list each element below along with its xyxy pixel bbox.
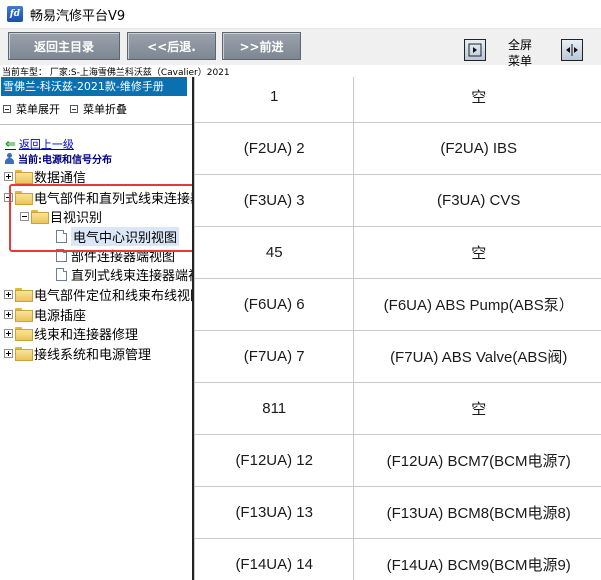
toolbar: 返回主目录 <<后退. >>前进 全屏 菜单 (0, 29, 601, 68)
menu-expand-control[interactable]: 菜单展开 (3, 101, 60, 117)
fuse-table: 1 空 (F2UA) 2 (F2UA) IBS (F3UA) 3 (F3UA) … (194, 77, 601, 580)
table-row: (F7UA) 7 (F7UA) ABS Valve(ABS阀) (194, 330, 601, 383)
table-row: (F13UA) 13 (F13UA) BCM8(BCM电源8) (194, 486, 601, 539)
fuse-id-cell: (F3UA) 3 (194, 174, 355, 227)
table-row: (F12UA) 12 (F12UA) BCM7(BCM电源7) (194, 434, 601, 487)
expand-icon[interactable] (4, 328, 13, 338)
expand-icon[interactable] (4, 289, 13, 299)
table-row: (F2UA) 2 (F2UA) IBS (194, 122, 601, 175)
expand-all-icon (3, 105, 11, 113)
folder-icon (15, 327, 33, 341)
collapse-panel-button[interactable] (464, 39, 486, 61)
expand-panels-button[interactable] (561, 39, 583, 61)
fuse-id-cell: (F13UA) 13 (194, 486, 355, 539)
table-row: 811 空 (194, 382, 601, 435)
folder-icon (15, 288, 33, 302)
fuse-id-cell: (F7UA) 7 (194, 330, 355, 383)
document-icon (56, 267, 67, 281)
tree-node-wiring-power-management[interactable]: 接线系统和电源管理 (4, 344, 152, 363)
tree-node-power-outlets[interactable]: 电源插座 (4, 305, 87, 324)
fuse-id-cell: (F12UA) 12 (194, 434, 355, 487)
user-icon (5, 152, 15, 165)
forward-button[interactable]: >>前进 (222, 32, 301, 60)
tree-node-label: 电源插座 (34, 308, 87, 324)
expand-panels-icon (566, 44, 578, 56)
fuse-desc-cell: 空 (353, 226, 601, 279)
menu-collapse-label: 菜单折叠 (83, 103, 127, 116)
fullscreen-menu-label: 全屏 菜单 (507, 38, 532, 68)
fuse-id-cell: 811 (194, 382, 355, 435)
tree-node-label: 数据通信 (34, 170, 87, 186)
tree-node-harness-repair[interactable]: 线束和连接器修理 (4, 324, 139, 343)
menu-expand-label: 菜单展开 (16, 103, 60, 116)
fuse-desc-cell: (F3UA) CVS (353, 174, 601, 227)
fuse-desc-cell: (F2UA) IBS (353, 122, 601, 175)
window-title: 畅易汽修平台V9 (30, 8, 126, 24)
current-location-label: 当前:电源和信号分布 (18, 155, 112, 166)
fuse-desc-cell: (F7UA) ABS Valve(ABS阀) (353, 330, 601, 383)
expand-icon[interactable] (4, 171, 13, 181)
fuse-desc-cell: (F13UA) BCM8(BCM电源8) (353, 486, 601, 539)
title-bar: fd 畅易汽修平台V9 (0, 0, 601, 29)
fuse-id-cell: 1 (194, 77, 355, 123)
tree-node-data-comm[interactable]: 数据通信 (4, 167, 87, 186)
collapse-all-icon (70, 105, 78, 113)
collapse-panel-icon (468, 43, 482, 57)
fuse-desc-cell: (F14UA) BCM9(BCM电源9) (353, 538, 601, 580)
fuse-desc-cell: (F6UA) ABS Pump(ABS泵） (353, 278, 601, 331)
table-row: (F14UA) 14 (F14UA) BCM9(BCM电源9) (194, 538, 601, 580)
table-row: 1 空 (194, 77, 601, 123)
fuse-desc-cell: 空 (353, 77, 601, 123)
fuse-id-cell: (F6UA) 6 (194, 278, 355, 331)
manual-header: 雪佛兰-科沃兹-2021款-维修手册 (1, 77, 187, 96)
menu-controls: 菜单展开 菜单折叠 (3, 101, 127, 117)
current-location: 当前:电源和信号分布 (5, 151, 112, 166)
folder-icon (15, 347, 33, 361)
folder-icon (15, 308, 33, 322)
back-up-label: 返回上一级 (18, 138, 74, 151)
navigation-tree: ⇐ 返回上一级 当前:电源和信号分布 数据通信 电气部件和直列式线束连接器 目视… (0, 134, 192, 580)
divider (0, 124, 192, 125)
menu-collapse-control[interactable]: 菜单折叠 (70, 101, 127, 117)
fuse-id-cell: (F14UA) 14 (194, 538, 355, 580)
table-row: 45 空 (194, 226, 601, 279)
fuse-id-cell: (F2UA) 2 (194, 122, 355, 175)
tree-node-label: 电气部件定位和线束布线视图 (34, 288, 192, 304)
back-up-link[interactable]: ⇐ 返回上一级 (5, 136, 74, 152)
table-row: (F3UA) 3 (F3UA) CVS (194, 174, 601, 227)
tree-node-component-locations[interactable]: 电气部件定位和线束布线视图 (4, 285, 192, 304)
content-panel: 1 空 (F2UA) 2 (F2UA) IBS (F3UA) 3 (F3UA) … (194, 77, 601, 580)
table-row: (F6UA) 6 (F6UA) ABS Pump(ABS泵） (194, 278, 601, 331)
fuse-desc-cell: (F12UA) BCM7(BCM电源7) (353, 434, 601, 487)
app-logo-icon: fd (7, 6, 23, 22)
tree-node-inline-connector-view[interactable]: 直列式线束连接器端视图 (54, 265, 192, 284)
folder-icon (15, 170, 33, 184)
expand-icon[interactable] (4, 348, 13, 358)
fuse-id-cell: 45 (194, 226, 355, 279)
back-button[interactable]: <<后退. (127, 32, 216, 60)
expand-icon[interactable] (4, 309, 13, 319)
tree-node-label: 接线系统和电源管理 (34, 347, 152, 363)
fuse-desc-cell: 空 (353, 382, 601, 435)
back-arrow-icon: ⇐ (5, 136, 16, 152)
back-to-main-button[interactable]: 返回主目录 (8, 32, 120, 60)
tree-node-label: 直列式线束连接器端视图 (71, 268, 192, 284)
annotation-highlight-box (9, 184, 192, 252)
tree-node-label: 线束和连接器修理 (34, 327, 139, 343)
